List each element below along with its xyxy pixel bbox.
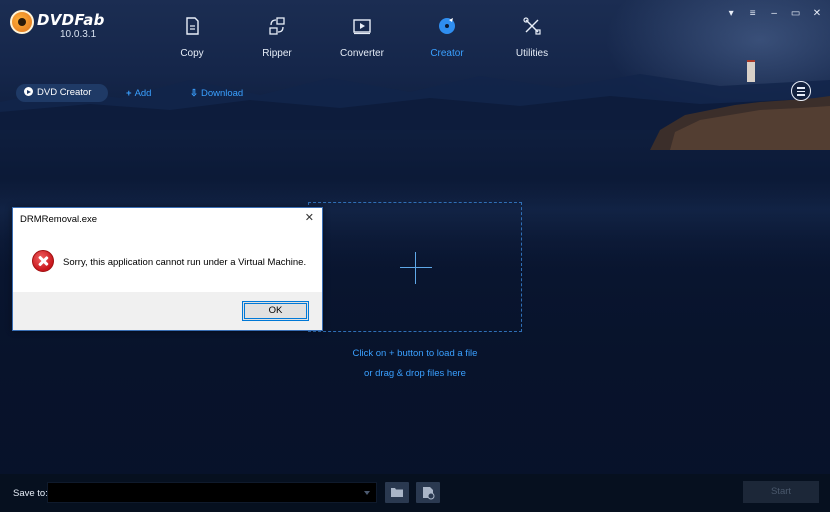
browse-folder-button[interactable]: [385, 482, 409, 503]
lighthouse-headland: [650, 60, 830, 150]
error-dialog: DRMRemoval.exe ✕ Sorry, this application…: [12, 207, 323, 331]
nav-ripper-label: Ripper: [262, 48, 292, 59]
add-file-plus-icon[interactable]: [400, 267, 432, 268]
dialog-message: Sorry, this application cannot run under…: [63, 257, 307, 268]
nav-utilities-label: Utilities: [515, 48, 549, 59]
add-button[interactable]: + Add: [126, 88, 151, 99]
module-nav: Copy Ripper Converter Creator Utilities: [150, 10, 580, 70]
plus-icon: +: [126, 88, 132, 99]
drop-hint-line2: or drag & drop files here: [364, 368, 466, 379]
iso-output-button[interactable]: [416, 482, 440, 503]
menu-icon[interactable]: ≡: [746, 8, 760, 20]
start-button[interactable]: Start: [743, 481, 819, 503]
dialog-close-icon[interactable]: ✕: [305, 211, 314, 224]
add-label: Add: [134, 88, 152, 99]
settings-dropdown-icon[interactable]: ▾: [724, 8, 738, 20]
nav-creator-label: Creator: [430, 48, 464, 59]
add-file-plus-icon-vertical[interactable]: [415, 252, 416, 284]
chevron-down-icon[interactable]: [364, 491, 370, 495]
nav-copy-label: Copy: [180, 48, 204, 59]
save-to-label: Save to:: [13, 488, 48, 499]
copy-icon: [186, 17, 199, 35]
dialog-title: DRMRemoval.exe: [20, 214, 98, 225]
dvdfab-logo-icon: [10, 10, 34, 34]
drop-hint-line1: Click on + button to load a file: [352, 348, 478, 359]
dvd-creator-label: DVD Creator: [37, 87, 92, 98]
dialog-footer: OK: [13, 292, 322, 330]
download-icon: ⇩: [190, 88, 198, 99]
nav-creator[interactable]: Creator: [405, 10, 489, 66]
ripper-icon: [269, 17, 285, 35]
bottom-bar: Save to: Start: [0, 474, 830, 512]
logo-text: DVDFab: [37, 11, 105, 29]
converter-icon: [353, 19, 371, 35]
save-to-path-input[interactable]: [47, 482, 377, 503]
app-version: 10.0.3.1: [60, 29, 97, 40]
nav-utilities[interactable]: Utilities: [490, 10, 574, 66]
download-button[interactable]: ⇩ Download: [190, 88, 243, 99]
maximize-icon[interactable]: ▭: [789, 8, 803, 20]
creator-disc-icon: [439, 18, 455, 34]
iso-file-icon: [423, 487, 435, 500]
nav-ripper[interactable]: Ripper: [235, 10, 319, 66]
nav-converter-label: Converter: [340, 48, 384, 59]
utilities-tools-icon: [523, 17, 541, 35]
task-queue-icon[interactable]: [791, 81, 811, 101]
dvd-creator-button[interactable]: DVD Creator: [16, 84, 108, 102]
close-window-icon[interactable]: ✕: [810, 8, 824, 20]
nav-converter[interactable]: Converter: [320, 10, 404, 66]
folder-icon: [391, 488, 403, 497]
ok-button[interactable]: OK: [242, 301, 309, 321]
dvdfab-logo: DVDFab 10.0.3.1: [10, 10, 104, 42]
download-label: Download: [200, 88, 244, 99]
error-icon: [32, 250, 54, 272]
nav-copy[interactable]: Copy: [150, 10, 234, 66]
minimize-icon[interactable]: –: [767, 8, 781, 20]
play-circle-icon: [24, 87, 33, 96]
window-controls: ▾ ≡ – ▭ ✕: [721, 3, 824, 19]
file-drop-zone[interactable]: [308, 202, 522, 332]
